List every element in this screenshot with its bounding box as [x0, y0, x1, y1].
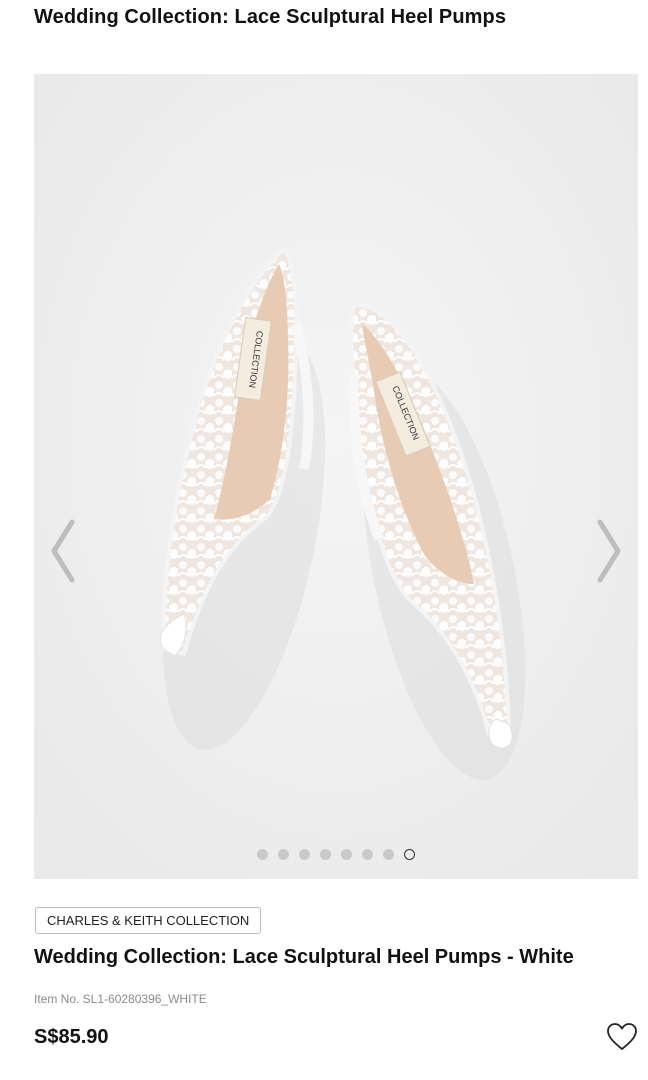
chevron-left-icon[interactable]	[42, 514, 82, 588]
gallery-dot-active[interactable]	[404, 849, 415, 860]
gallery-dot[interactable]	[320, 849, 331, 860]
heart-icon[interactable]	[606, 1022, 638, 1052]
item-number: Item No. SL1-60280396_WHITE	[34, 992, 207, 1006]
gallery-pagination	[34, 849, 638, 860]
product-image-gallery[interactable]: COLLECTION COLLECTION	[34, 74, 638, 879]
brand-badge[interactable]: CHARLES & KEITH COLLECTION	[35, 907, 262, 934]
gallery-dot[interactable]	[362, 849, 373, 860]
product-name: Wedding Collection: Lace Sculptural Heel…	[34, 946, 574, 968]
chevron-right-icon[interactable]	[590, 514, 630, 588]
gallery-dot[interactable]	[278, 849, 289, 860]
gallery-dot[interactable]	[341, 849, 352, 860]
product-image: COLLECTION COLLECTION	[34, 74, 638, 879]
page-title: Wedding Collection: Lace Sculptural Heel…	[34, 6, 507, 28]
gallery-dot[interactable]	[257, 849, 268, 860]
gallery-dot[interactable]	[299, 849, 310, 860]
product-price: S$85.90	[34, 1026, 109, 1048]
gallery-dot[interactable]	[383, 849, 394, 860]
